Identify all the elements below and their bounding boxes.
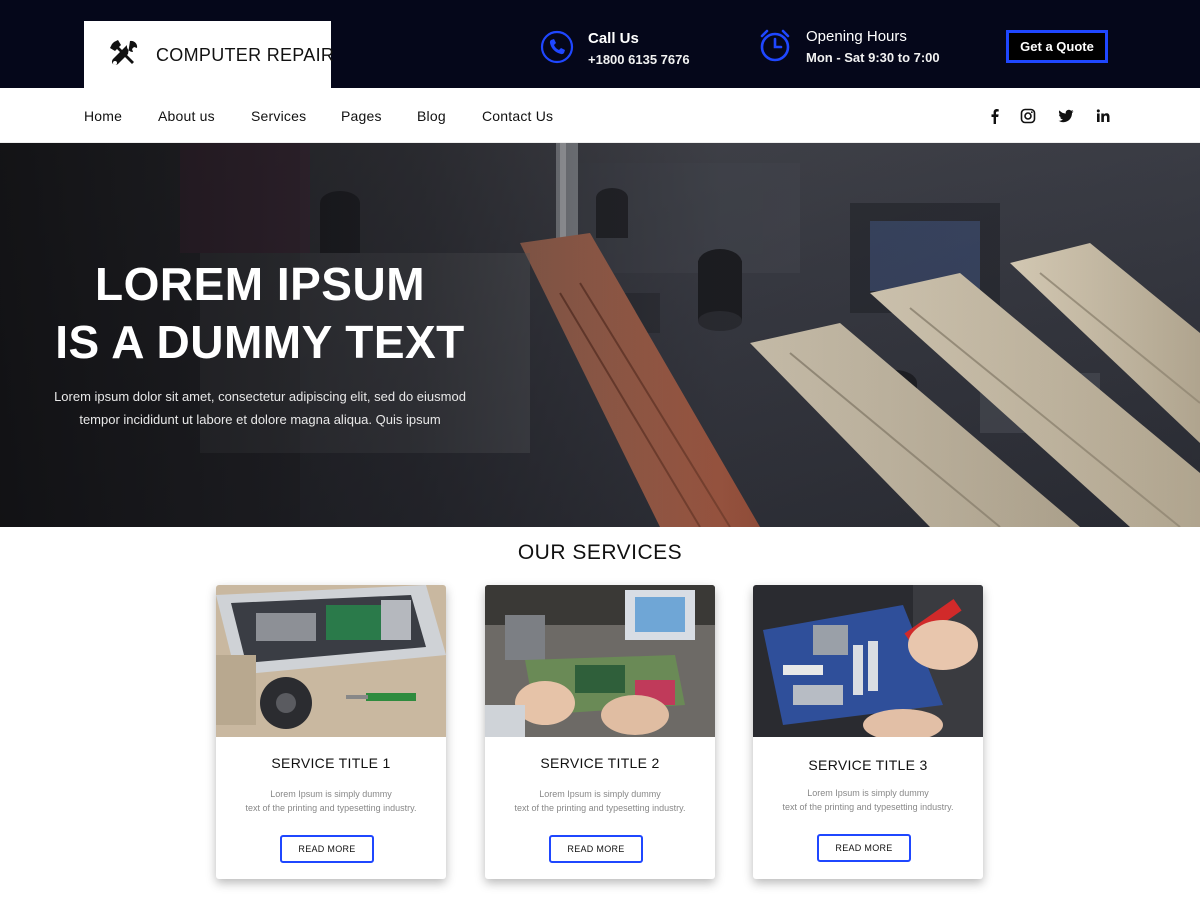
hero-content: LOREM IPSUM IS A DUMMY TEXT Lorem ipsum …	[40, 255, 480, 431]
service-description-line: text of the printing and typesetting ind…	[514, 803, 686, 813]
linkedin-icon[interactable]	[1094, 107, 1112, 125]
brand-name: COMPUTER REPAIR	[156, 45, 335, 65]
phone-icon	[540, 30, 574, 64]
service-description-3: Lorem Ipsum is simply dummy text of the …	[763, 786, 973, 814]
service-card-2: SERVICE TITLE 2 Lorem Ipsum is simply du…	[485, 585, 715, 879]
tools-icon	[110, 40, 138, 66]
service-description-line: Lorem Ipsum is simply dummy	[270, 789, 392, 799]
service-description-line: Lorem Ipsum is simply dummy	[807, 788, 929, 798]
phone-number[interactable]: +1800 6135 7676	[588, 51, 690, 69]
service-description-1: Lorem Ipsum is simply dummy text of the …	[226, 787, 436, 815]
top-header: COMPUTER REPAIR Call Us +1800 6135 7676 …	[0, 0, 1200, 88]
service-image-board-soldering	[485, 585, 715, 737]
service-description-2: Lorem Ipsum is simply dummy text of the …	[495, 787, 705, 815]
nav-contact-us[interactable]: Contact Us	[482, 108, 553, 124]
nav-blog[interactable]: Blog	[417, 108, 446, 124]
service-card-3: SERVICE TITLE 3 Lorem Ipsum is simply du…	[753, 585, 983, 879]
nav-services[interactable]: Services	[251, 108, 306, 124]
opening-hours-block: Opening Hours Mon - Sat 9:30 to 7:00	[758, 28, 940, 67]
call-us-block: Call Us +1800 6135 7676	[540, 30, 690, 69]
opening-hours-title: Opening Hours	[806, 28, 907, 45]
call-us-title: Call Us	[588, 30, 639, 47]
service-image-motherboard-testing	[753, 585, 983, 737]
nav-about-us[interactable]: About us	[158, 108, 215, 124]
hero-subtitle-line-1: Lorem ipsum dolor sit amet, consectetur …	[54, 389, 466, 404]
service-description-line: Lorem Ipsum is simply dummy	[539, 789, 661, 799]
read-more-button-2[interactable]: READ MORE	[549, 835, 643, 863]
get-quote-button[interactable]: Get a Quote	[1006, 30, 1108, 63]
hero-headline-line-2: IS A DUMMY TEXT	[55, 316, 465, 368]
hero-headline-line-1: LOREM IPSUM	[94, 258, 426, 310]
twitter-icon[interactable]	[1057, 107, 1075, 125]
service-title-2: SERVICE TITLE 2	[540, 755, 660, 771]
services-heading: OUR SERVICES	[517, 541, 683, 564]
brand-logo[interactable]: COMPUTER REPAIR	[84, 21, 335, 88]
service-title-1: SERVICE TITLE 1	[271, 755, 391, 771]
nav-home[interactable]: Home	[84, 108, 122, 124]
instagram-icon[interactable]	[1019, 107, 1037, 125]
clock-icon	[760, 29, 790, 62]
opening-hours-value: Mon - Sat 9:30 to 7:00	[806, 50, 940, 65]
nav-pages[interactable]: Pages	[341, 108, 382, 124]
facebook-icon[interactable]	[986, 107, 1004, 125]
read-more-button-3[interactable]: READ MORE	[817, 834, 911, 862]
service-card-1: SERVICE TITLE 1 Lorem Ipsum is simply du…	[216, 585, 446, 879]
service-image-laptop-repair	[216, 585, 446, 737]
hero-banner: LOREM IPSUM IS A DUMMY TEXT Lorem ipsum …	[0, 143, 1200, 527]
service-description-line: text of the printing and typesetting ind…	[782, 802, 954, 812]
hero-subtitle-line-2: tempor incididunt ut labore et dolore ma…	[79, 412, 441, 427]
service-title-3: SERVICE TITLE 3	[808, 757, 928, 773]
main-nav: Home About us Services Pages Blog Contac…	[0, 88, 1200, 143]
service-description-line: text of the printing and typesetting ind…	[245, 803, 417, 813]
read-more-button-1[interactable]: READ MORE	[280, 835, 374, 863]
